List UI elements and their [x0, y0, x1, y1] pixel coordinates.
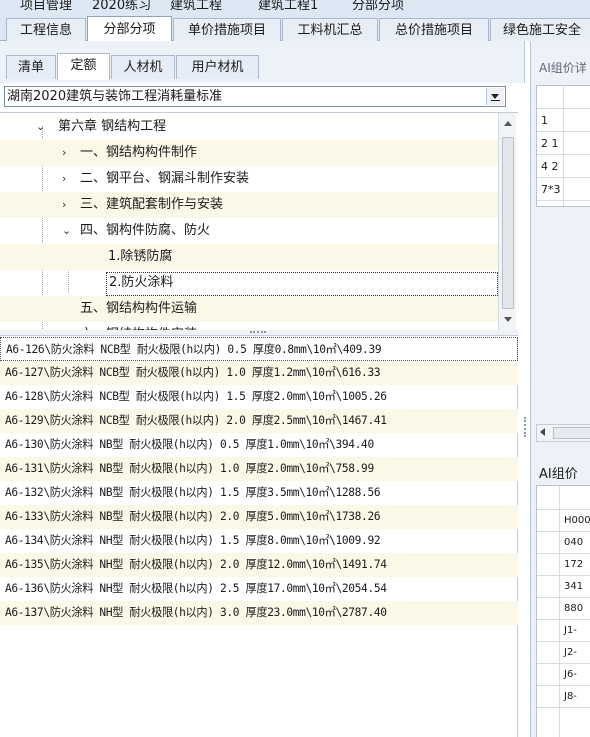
panel-splitter[interactable]	[0, 330, 518, 336]
ai-pricing-title: AI组价	[539, 467, 578, 482]
collapse-arrow-icon[interactable]: ›	[62, 192, 66, 218]
collapse-arrow-icon[interactable]: ›	[62, 140, 66, 166]
main-tab-bar: 工程信息 分部分项 单价措施项目 工料机汇总 总价措施项目 绿色施工安全	[0, 12, 590, 42]
breadcrumb-item[interactable]: 2020练习	[92, 0, 151, 12]
ai-pricing-panel: AI组价详 1 2 1 4 2 7*3 AI组价 H000 040 172 34…	[530, 41, 590, 737]
library-select-value: 湖南2020建筑与装饰工程消耗量标准	[7, 89, 223, 104]
tree-node[interactable]: 1.除锈防腐	[0, 244, 498, 270]
tree-node[interactable]: ⌄ 四、钢构件防腐、防火	[0, 218, 498, 244]
tab-unit-measures[interactable]: 单价措施项目	[173, 18, 281, 41]
table-row[interactable]: J6-	[537, 664, 590, 686]
sub-tab-bar: 清单 定额 人材机 用户材机	[0, 41, 525, 83]
expand-arrow-icon[interactable]: ⌄	[36, 114, 45, 140]
tab-project-info[interactable]: 工程信息	[6, 18, 86, 41]
list-item[interactable]: A6-127\防火涂料 NCB型 耐火极限(h以内) 1.0 厚度1.2mm\1…	[0, 361, 518, 385]
list-item[interactable]: A6-128\防火涂料 NCB型 耐火极限(h以内) 1.5 厚度2.0mm\1…	[0, 385, 518, 409]
list-item[interactable]: A6-133\防火涂料 NB型 耐火极限(h以内) 2.0 厚度5.0mm\10…	[0, 505, 518, 529]
table-row[interactable]: 2 1	[537, 132, 590, 155]
subtab-user-material[interactable]: 用户材机	[176, 55, 259, 79]
grip-icon	[250, 331, 266, 335]
table-row[interactable]: J1-	[537, 620, 590, 642]
ai-detail-grid: 1 2 1 4 2 7*3	[536, 85, 590, 207]
breadcrumb: 项目管理 2020练习 建筑工程 建筑工程1 分部分项	[0, 0, 590, 12]
tree-node[interactable]: › 三、建筑配套制作与安装	[0, 192, 498, 218]
table-row[interactable]: 341	[537, 576, 590, 598]
table-row[interactable]: 172	[537, 554, 590, 576]
table-row[interactable]: 040	[537, 532, 590, 554]
list-item[interactable]: A6-130\防火涂料 NB型 耐火极限(h以内) 0.5 厚度1.0mm\10…	[0, 433, 518, 457]
scroll-up-icon[interactable]	[499, 113, 517, 131]
ai-pricing-grid: H000 040 172 341 880 J1- J2- J6- J8-	[536, 485, 590, 737]
collapse-arrow-icon[interactable]: ›	[62, 166, 66, 192]
chapter-tree: ⌄ 第六章 钢结构工程 › 一、钢结构构件制作 › 二、钢平台、钢漏斗制作安装 …	[0, 112, 518, 330]
scroll-left-icon[interactable]	[540, 428, 545, 436]
tab-green-safety[interactable]: 绿色施工安全	[490, 18, 590, 41]
tree-scrollbar[interactable]	[498, 113, 516, 330]
tree-node[interactable]: › 一、钢结构构件制作	[0, 140, 498, 166]
ai-pricing-detail-title: AI组价详	[539, 61, 587, 75]
breadcrumb-item[interactable]: 建筑工程	[170, 0, 222, 12]
scroll-thumb[interactable]	[502, 137, 514, 309]
expand-arrow-icon[interactable]: ⌄	[62, 218, 71, 244]
tree-node[interactable]: 五、钢结构构件运输	[0, 296, 498, 322]
vertical-splitter-grip[interactable]	[524, 417, 528, 437]
tree-node[interactable]: ⌄ 第六章 钢结构工程	[0, 114, 498, 140]
grid-header	[537, 486, 590, 510]
list-item[interactable]: A6-135\防火涂料 NH型 耐火极限(h以内) 2.0 厚度12.0mm\1…	[0, 553, 518, 577]
collapse-arrow-icon[interactable]: ›	[62, 322, 66, 330]
list-item[interactable]: A6-126\防火涂料 NCB型 耐火极限(h以内) 0.5 厚度0.8mm\1…	[0, 337, 518, 361]
horizontal-scrollbar[interactable]	[536, 424, 590, 442]
tab-sub-items[interactable]: 分部分项	[87, 16, 172, 42]
list-item[interactable]: A6-132\防火涂料 NB型 耐火极限(h以内) 1.5 厚度3.5mm\10…	[0, 481, 518, 505]
table-row[interactable]: 7*3	[537, 178, 590, 201]
list-item[interactable]: A6-129\防火涂料 NCB型 耐火极限(h以内) 2.0 厚度2.5mm\1…	[0, 409, 518, 433]
subtab-quota[interactable]: 定额	[57, 53, 110, 80]
grid-header	[537, 86, 590, 109]
table-row[interactable]: J8-	[537, 686, 590, 708]
scroll-thumb[interactable]	[553, 427, 590, 439]
quota-item-list: A6-126\防火涂料 NCB型 耐火极限(h以内) 0.5 厚度0.8mm\1…	[0, 337, 518, 737]
table-row[interactable]: 4 2	[537, 155, 590, 178]
list-item[interactable]: A6-134\防火涂料 NH型 耐火极限(h以内) 1.5 厚度8.0mm\10…	[0, 529, 518, 553]
dropdown-arrow-icon[interactable]	[486, 88, 504, 105]
tab-total-measures[interactable]: 总价措施项目	[379, 18, 489, 41]
tree-node-selected[interactable]: 2.防火涂料	[0, 270, 498, 296]
table-row[interactable]: 880	[537, 598, 590, 620]
library-select[interactable]: 湖南2020建筑与装饰工程消耗量标准	[4, 86, 506, 107]
list-item[interactable]: A6-131\防火涂料 NB型 耐火极限(h以内) 1.0 厚度2.0mm\10…	[0, 457, 518, 481]
table-row[interactable]: J2-	[537, 642, 590, 664]
table-row[interactable]: H000	[537, 510, 590, 532]
scroll-down-icon[interactable]	[499, 311, 517, 329]
table-row[interactable]: 1	[537, 109, 590, 132]
tree-node[interactable]: › 二、钢平台、钢漏斗制作安装	[0, 166, 498, 192]
subtab-list[interactable]: 清单	[6, 55, 56, 79]
breadcrumb-item[interactable]: 建筑工程1	[258, 0, 318, 12]
breadcrumb-item[interactable]: 分部分项	[352, 0, 404, 12]
list-item[interactable]: A6-136\防火涂料 NH型 耐火极限(h以内) 2.5 厚度17.0mm\1…	[0, 577, 518, 601]
list-item[interactable]: A6-137\防火涂料 NH型 耐火极限(h以内) 3.0 厚度23.0mm\1…	[0, 601, 518, 625]
subtab-labor-material[interactable]: 人材机	[111, 55, 175, 79]
breadcrumb-item[interactable]: 项目管理	[20, 0, 72, 12]
tree-node[interactable]: › 六、钢结构构件安装	[0, 322, 498, 330]
tab-material-summary[interactable]: 工料机汇总	[282, 18, 378, 41]
